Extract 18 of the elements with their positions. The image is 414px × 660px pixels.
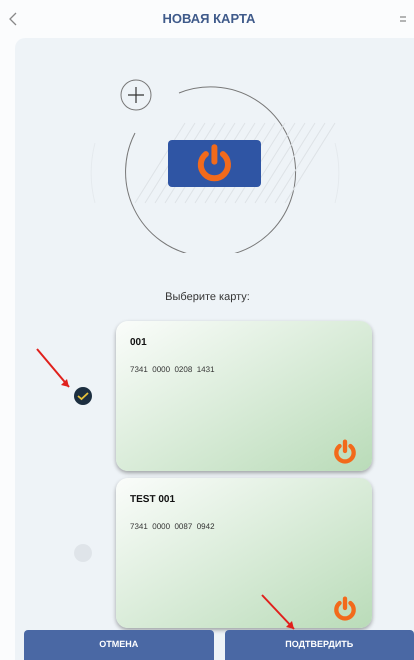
card-number: 7341 0000 0208 1431 <box>130 364 216 376</box>
action-button[interactable]: ПОДТВЕРДИТЬ <box>224 630 414 660</box>
card-name: 001 <box>130 336 148 350</box>
radio-button[interactable] <box>74 386 92 404</box>
menu-icon[interactable] <box>400 15 406 23</box>
prompt-text: Выберите карту: <box>165 290 250 305</box>
card-option[interactable]: 001 7341 0000 0208 1431 <box>116 320 372 470</box>
page-title: НОВАЯ КАРТА <box>162 10 256 28</box>
check-icon <box>76 390 88 400</box>
annotation-arrow <box>34 346 72 390</box>
annotation-arrow <box>259 592 297 632</box>
action-button[interactable]: ОТМЕНА <box>24 630 214 660</box>
power-icon <box>332 596 358 622</box>
power-icon <box>332 438 358 464</box>
card-option[interactable]: TEST 001 7341 0000 0087 0942 <box>116 478 372 628</box>
card-number: 7341 0000 0087 0942 <box>130 520 216 532</box>
card-name: TEST 001 <box>130 492 176 506</box>
back-icon[interactable] <box>8 12 18 26</box>
